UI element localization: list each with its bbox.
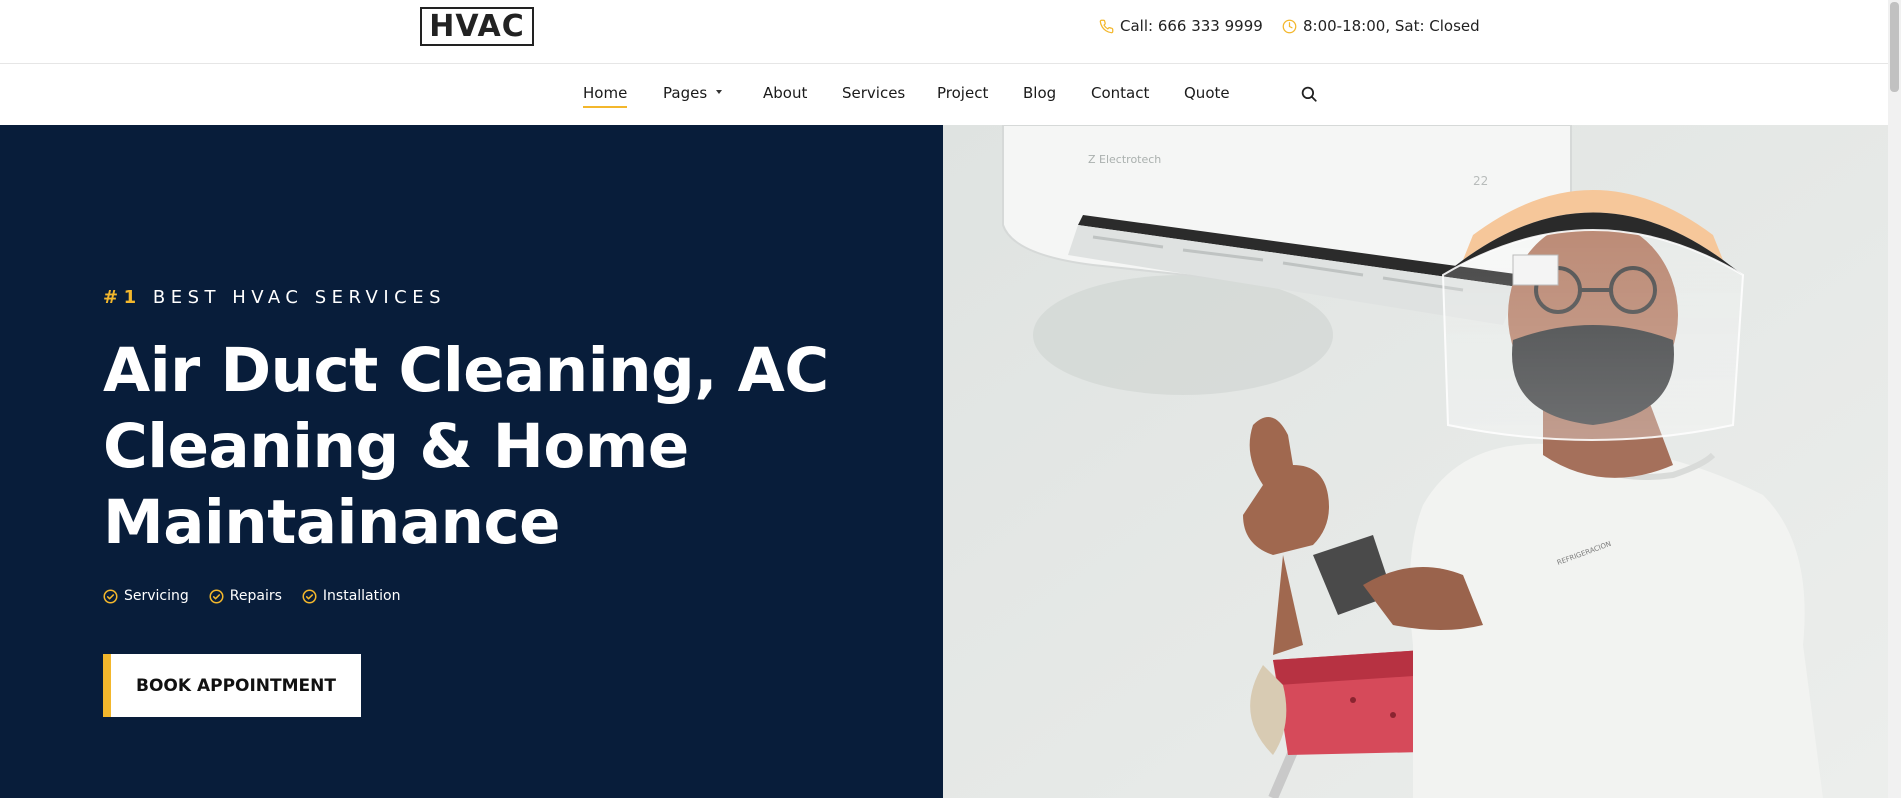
nav-item-project[interactable]: Project (937, 84, 988, 102)
main-navigation: Home Pages About Services Project Blog C… (0, 65, 1888, 125)
nav-item-about[interactable]: About (763, 84, 807, 102)
hours-text: 8:00-18:00, Sat: Closed (1303, 17, 1480, 35)
scrollbar-thumb[interactable] (1890, 2, 1899, 92)
headline-line-1: Air Duct Cleaning, AC (103, 335, 829, 406)
top-bar: HVAC Call: 666 333 9999 8:00-18:00, Sat:… (0, 0, 1888, 64)
feature-item: Repairs (209, 588, 282, 604)
nav-item-blog[interactable]: Blog (1023, 84, 1056, 102)
check-circle-icon (209, 589, 224, 603)
nav-item-quote[interactable]: Quote (1184, 84, 1230, 102)
eyebrow-text: BEST HVAC SERVICES (152, 287, 447, 308)
svg-text:Z Electrotech: Z Electrotech (1088, 153, 1161, 166)
nav-item-contact[interactable]: Contact (1091, 84, 1149, 102)
headline-line-2: Cleaning & Home (103, 411, 689, 482)
check-circle-icon (302, 589, 317, 603)
phone-icon (1099, 19, 1114, 33)
hero-headline: Air Duct Cleaning, AC Cleaning & Home Ma… (103, 333, 863, 561)
feature-item: Servicing (103, 588, 189, 604)
nav-item-pages-label: Pages (663, 84, 708, 102)
phone-text: Call: 666 333 9999 (1120, 17, 1263, 35)
hero-image: Z Electrotech 22 REFRIGERACION (943, 125, 1888, 798)
nav-item-pages[interactable]: Pages (663, 84, 723, 102)
hero-eyebrow: #1 BEST HVAC SERVICES (103, 287, 446, 308)
book-appointment-button[interactable]: BOOK APPOINTMENT (103, 654, 361, 717)
feature-item: Installation (302, 588, 401, 604)
site-logo[interactable]: HVAC (420, 7, 534, 46)
feature-label: Repairs (229, 588, 282, 604)
feature-list: Servicing Repairs Installation (103, 588, 420, 604)
phone-contact[interactable]: Call: 666 333 9999 (1099, 16, 1263, 36)
eyebrow-rank: #1 (103, 287, 142, 308)
technician-photo: Z Electrotech 22 REFRIGERACION (943, 125, 1888, 798)
feature-label: Installation (322, 588, 401, 604)
check-circle-icon (103, 589, 118, 603)
search-button[interactable] (1300, 85, 1320, 105)
svg-text:22: 22 (1473, 174, 1488, 188)
feature-label: Servicing (124, 588, 189, 604)
opening-hours: 8:00-18:00, Sat: Closed (1282, 16, 1480, 36)
clock-icon (1282, 19, 1297, 33)
nav-item-services[interactable]: Services (842, 84, 905, 102)
search-icon (1301, 86, 1317, 102)
nav-item-home[interactable]: Home (583, 84, 628, 108)
caret-down-icon (716, 89, 723, 94)
headline-line-3: Maintainance (103, 487, 560, 558)
page-scrollbar[interactable] (1888, 0, 1901, 798)
